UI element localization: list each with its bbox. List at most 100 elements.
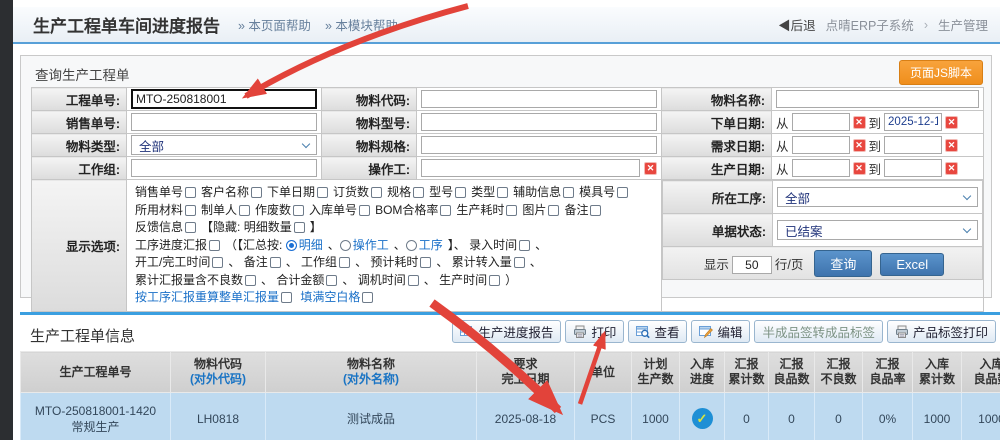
checkbox-icon[interactable]	[362, 292, 373, 303]
production-date-to-input[interactable]	[884, 159, 942, 177]
checkbox-icon[interactable]	[440, 205, 451, 216]
radio-icon[interactable]	[406, 240, 417, 251]
checkbox-option[interactable]: 规格	[387, 185, 424, 199]
checkbox-icon[interactable]	[413, 187, 424, 198]
checkbox-icon[interactable]	[514, 257, 525, 268]
checkbox-option[interactable]: 下单日期	[267, 185, 328, 199]
checkbox-option[interactable]: 累计汇报量含不良数	[135, 273, 256, 287]
toolbar-button-progress-report[interactable]: 生产进度报告	[452, 320, 561, 343]
checkbox-icon[interactable]	[185, 187, 196, 198]
clear-date-icon[interactable]: ✕	[945, 162, 958, 175]
checkbox-icon[interactable]	[185, 205, 196, 216]
checkbox-option[interactable]: 反馈信息	[135, 220, 196, 234]
checkbox-icon[interactable]	[563, 187, 574, 198]
checkbox-icon[interactable]	[245, 275, 256, 286]
checkbox-option[interactable]: 所用材料	[135, 203, 196, 217]
clear-date-icon[interactable]: ✕	[945, 139, 958, 152]
checkbox-icon[interactable]	[281, 292, 292, 303]
checkbox-option[interactable]: 辅助信息	[513, 185, 574, 199]
checkbox-option[interactable]: 生产时间	[439, 273, 500, 287]
clear-date-icon[interactable]: ✕	[853, 116, 866, 129]
checkbox-icon[interactable]	[497, 187, 508, 198]
checkbox-icon[interactable]	[617, 187, 628, 198]
material-spec-input[interactable]	[421, 136, 657, 154]
page-js-script-button[interactable]: 页面JS脚本	[899, 60, 983, 85]
demand-date-from-input[interactable]	[792, 136, 850, 154]
checkbox-option[interactable]: 销售单号	[135, 185, 196, 199]
back-button[interactable]: ◀后退	[778, 15, 816, 34]
checkbox-icon[interactable]	[359, 205, 370, 216]
toolbar-button-edit[interactable]: 编辑	[691, 320, 750, 343]
checkbox-option[interactable]: 工序进度汇报	[135, 238, 220, 252]
checkbox-icon[interactable]	[371, 187, 382, 198]
checkbox-option[interactable]: 累计转入量	[452, 255, 525, 269]
checkbox-icon[interactable]	[548, 205, 559, 216]
checkbox-icon[interactable]	[506, 205, 517, 216]
checkbox-icon[interactable]	[317, 187, 328, 198]
checkbox-icon[interactable]	[270, 257, 281, 268]
checkbox-option[interactable]: 类型	[471, 185, 508, 199]
breadcrumb-app[interactable]: 点晴ERP子系统	[826, 15, 914, 34]
material-type-select[interactable]: 全部	[131, 135, 317, 155]
order-no-input[interactable]	[131, 89, 317, 109]
grid-data-row[interactable]: MTO-250818001-1420常规生产LH0818测试成品2025-08-…	[21, 393, 1000, 440]
checkbox-icon[interactable]	[294, 222, 305, 233]
checkbox-option[interactable]: 制单人	[201, 203, 250, 217]
checkbox-option[interactable]: 入库单号	[309, 203, 370, 217]
checkbox-option[interactable]: 调机时间	[358, 273, 419, 287]
checkbox-icon[interactable]	[209, 240, 220, 251]
order-date-from-input[interactable]	[792, 113, 850, 131]
checkbox-option[interactable]: 工作组	[301, 255, 350, 269]
checkbox-option[interactable]: 录入时间	[469, 238, 530, 252]
checkbox-option[interactable]: 开工/完工时间	[135, 255, 223, 269]
checkbox-icon[interactable]	[293, 205, 304, 216]
search-button[interactable]: 查询	[814, 250, 872, 277]
checkbox-option[interactable]: 备注	[244, 255, 281, 269]
checkbox-icon[interactable]	[212, 257, 223, 268]
radio-option[interactable]: 明细	[286, 238, 323, 252]
checkbox-option[interactable]: 作废数	[255, 203, 304, 217]
toolbar-button-view[interactable]: 查看	[628, 320, 687, 343]
checkbox-option[interactable]: 模具号	[579, 185, 628, 199]
workgroup-input[interactable]	[131, 159, 317, 177]
radio-option[interactable]: 工序	[406, 238, 443, 252]
checkbox-option[interactable]: 合计金额	[276, 273, 337, 287]
toolbar-button-product-label-print[interactable]: 产品标签打印	[887, 320, 996, 343]
doc-status-select[interactable]: 已结案	[777, 220, 978, 240]
checkbox-option[interactable]: 明细数量	[244, 220, 305, 234]
radio-icon[interactable]	[340, 240, 351, 251]
current-process-select[interactable]: 全部	[777, 187, 978, 207]
checkbox-option[interactable]: 备注	[564, 203, 601, 217]
checkbox-option[interactable]: 生产耗时	[456, 203, 517, 217]
excel-button[interactable]: Excel	[880, 253, 944, 276]
toolbar-button-print[interactable]: 打印	[565, 320, 624, 343]
operator-input[interactable]	[421, 159, 640, 177]
checkbox-option[interactable]: 图片	[522, 203, 559, 217]
sales-no-input[interactable]	[131, 113, 317, 131]
checkbox-option[interactable]: 预计耗时	[370, 255, 431, 269]
clear-date-icon[interactable]: ✕	[853, 162, 866, 175]
checkbox-icon[interactable]	[420, 257, 431, 268]
page-help-link[interactable]: » 本页面帮助	[238, 15, 311, 34]
rows-per-page-input[interactable]	[732, 256, 772, 274]
checkbox-icon[interactable]	[489, 275, 500, 286]
checkbox-icon[interactable]	[408, 275, 419, 286]
checkbox-option[interactable]: BOM合格率	[375, 203, 451, 217]
checkbox-option[interactable]: 客户名称	[201, 185, 262, 199]
material-code-input[interactable]	[421, 90, 657, 108]
material-model-input[interactable]	[421, 113, 657, 131]
checkbox-icon[interactable]	[590, 205, 601, 216]
checkbox-option[interactable]: 按工序汇报重算整单汇报量	[135, 290, 292, 304]
breadcrumb-section[interactable]: 生产管理	[938, 15, 988, 34]
radio-icon[interactable]	[286, 240, 297, 251]
checkbox-icon[interactable]	[326, 275, 337, 286]
checkbox-icon[interactable]	[519, 240, 530, 251]
checkbox-icon[interactable]	[339, 257, 350, 268]
clear-date-icon[interactable]: ✕	[853, 139, 866, 152]
clear-operator-icon[interactable]: ✕	[644, 162, 657, 175]
checkbox-option[interactable]: 型号	[429, 185, 466, 199]
checkbox-option[interactable]: 订货数	[333, 185, 382, 199]
demand-date-to-input[interactable]	[884, 136, 942, 154]
checkbox-icon[interactable]	[239, 205, 250, 216]
module-help-link[interactable]: » 本模块帮助	[325, 15, 398, 34]
